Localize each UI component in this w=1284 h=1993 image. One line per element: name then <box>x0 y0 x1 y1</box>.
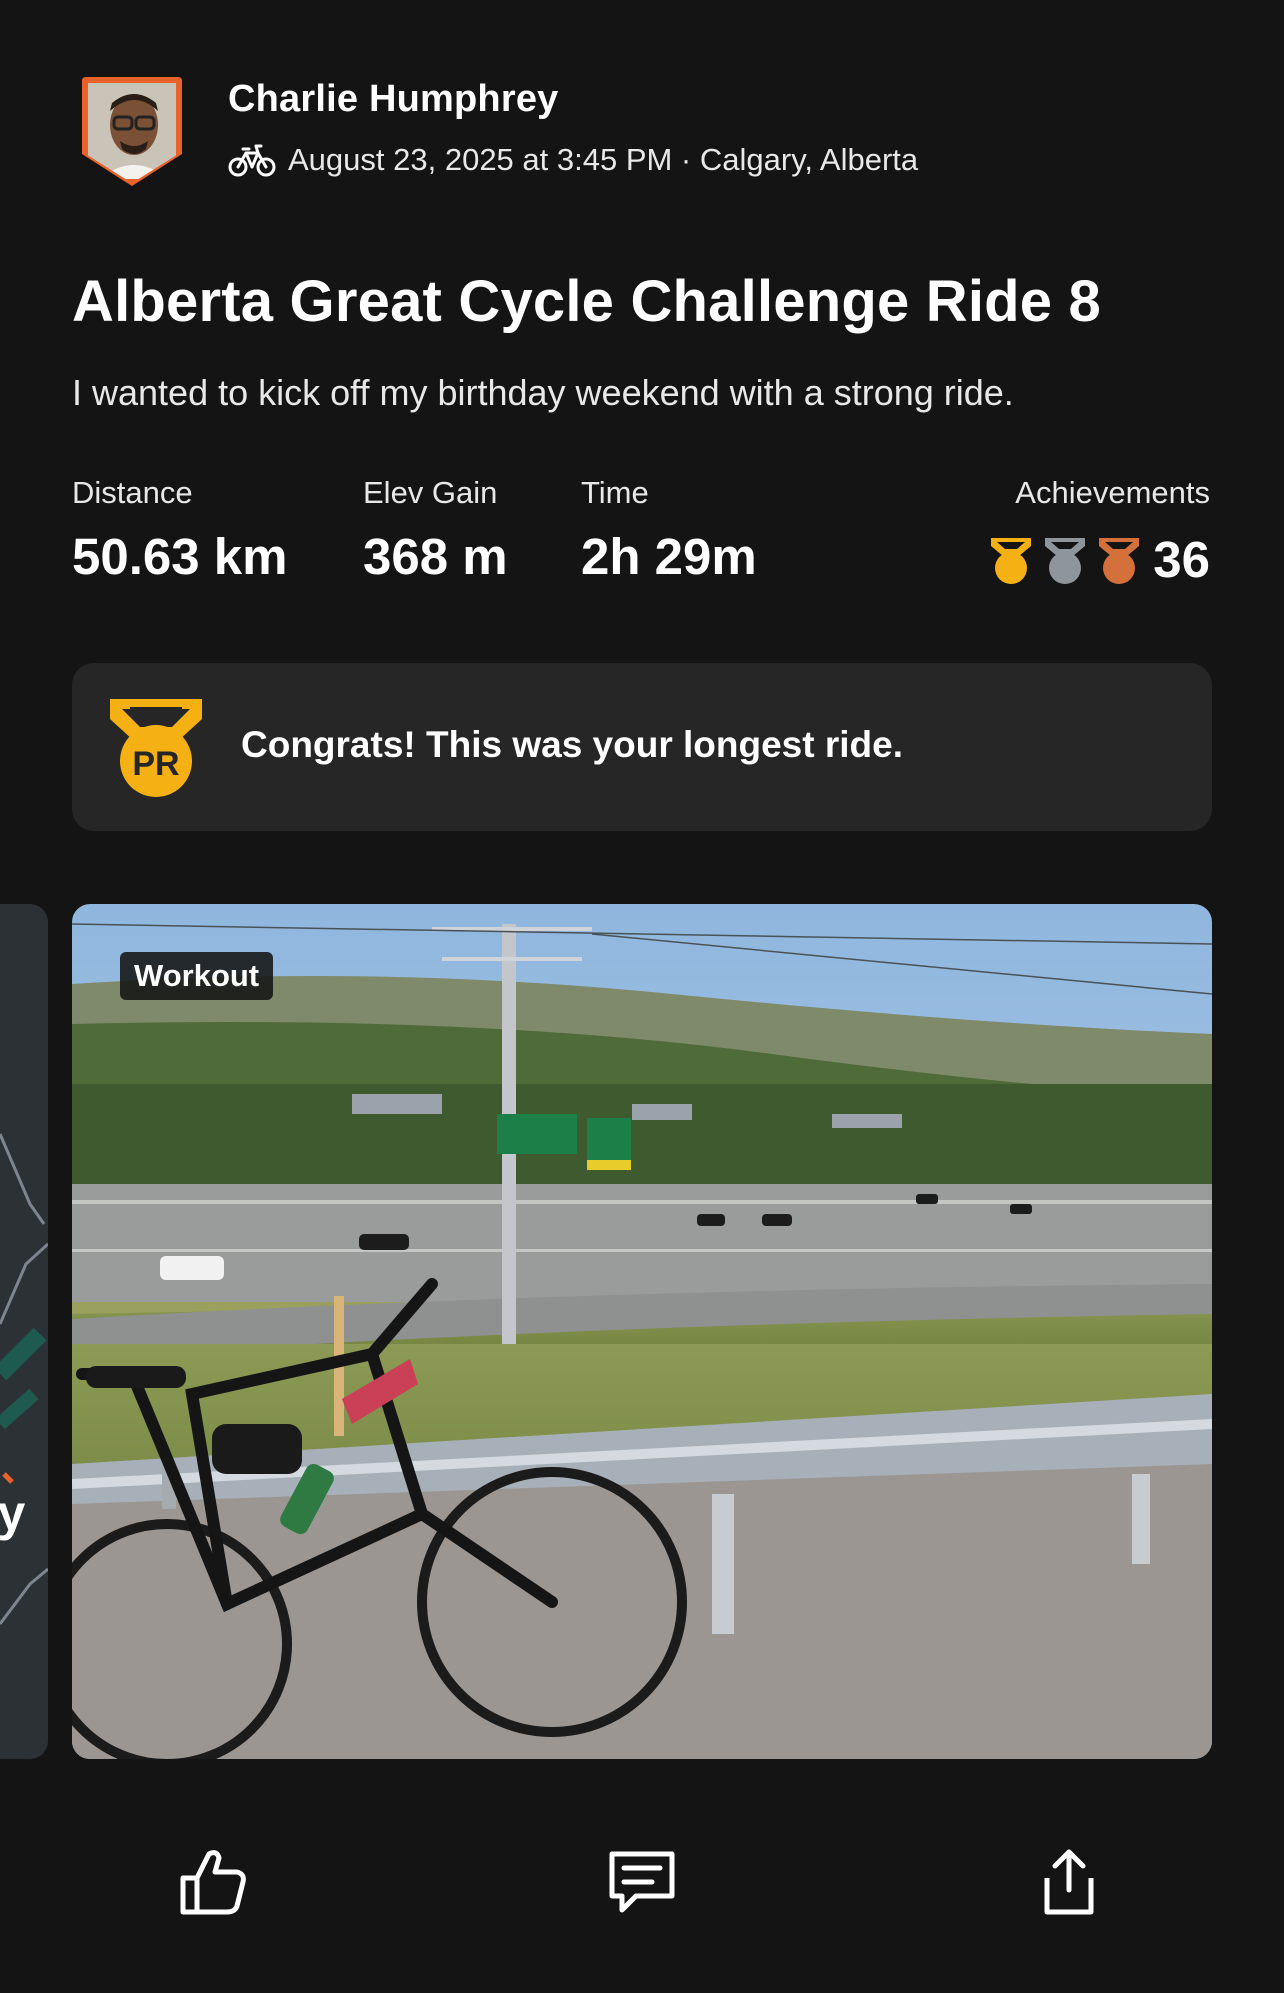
comment-icon <box>609 1851 675 1913</box>
activity-description: I wanted to kick off my birthday weekend… <box>72 372 1014 413</box>
distance-label: Distance <box>72 475 193 510</box>
photo-image <box>72 904 1212 1759</box>
achievements-count: 36 <box>1153 531 1210 588</box>
pr-message: Congrats! This was your longest ride. <box>241 724 903 765</box>
route-map-thumbnail[interactable]: ry <box>0 904 48 1759</box>
avatar[interactable] <box>80 75 184 187</box>
time-label: Time <box>581 475 649 510</box>
activity-photo[interactable] <box>72 904 1212 1759</box>
time-value: 2h 29m <box>581 528 757 585</box>
activity-datetime-location: August 23, 2025 at 3:45 PM · Calgary, Al… <box>288 142 919 177</box>
workout-badge: Workout <box>120 952 274 1000</box>
pr-medal-icon: PR <box>108 697 204 799</box>
athlete-name[interactable]: Charlie Humphrey <box>228 78 559 121</box>
elev-gain-value: 368 m <box>363 528 508 585</box>
activity-meta: August 23, 2025 at 3:45 PM · Calgary, Al… <box>228 140 918 180</box>
thumbs-up-icon <box>180 1850 246 1915</box>
gold-medal-icon <box>991 537 1032 584</box>
svg-text:PR: PR <box>132 745 179 783</box>
share-icon <box>1044 1849 1094 1915</box>
elev-gain-label: Elev Gain <box>363 475 498 510</box>
distance-value: 50.63 km <box>72 528 288 585</box>
map-city-label: ry <box>0 1485 26 1541</box>
achievements-label: Achievements <box>1015 475 1210 510</box>
silver-medal-icon <box>1045 537 1086 584</box>
bronze-medal-icon <box>1099 537 1140 584</box>
avatar-image <box>82 77 182 186</box>
bike-icon <box>228 144 276 177</box>
map-graphic <box>0 1133 48 1625</box>
comment-button[interactable] <box>602 1842 682 1922</box>
achievements-summary[interactable]: 36 <box>987 530 1210 589</box>
activity-title[interactable]: Alberta Great Cycle Challenge Ride 8 <box>72 268 1101 335</box>
share-button[interactable] <box>1029 1842 1109 1922</box>
kudos-button[interactable] <box>173 1842 253 1922</box>
